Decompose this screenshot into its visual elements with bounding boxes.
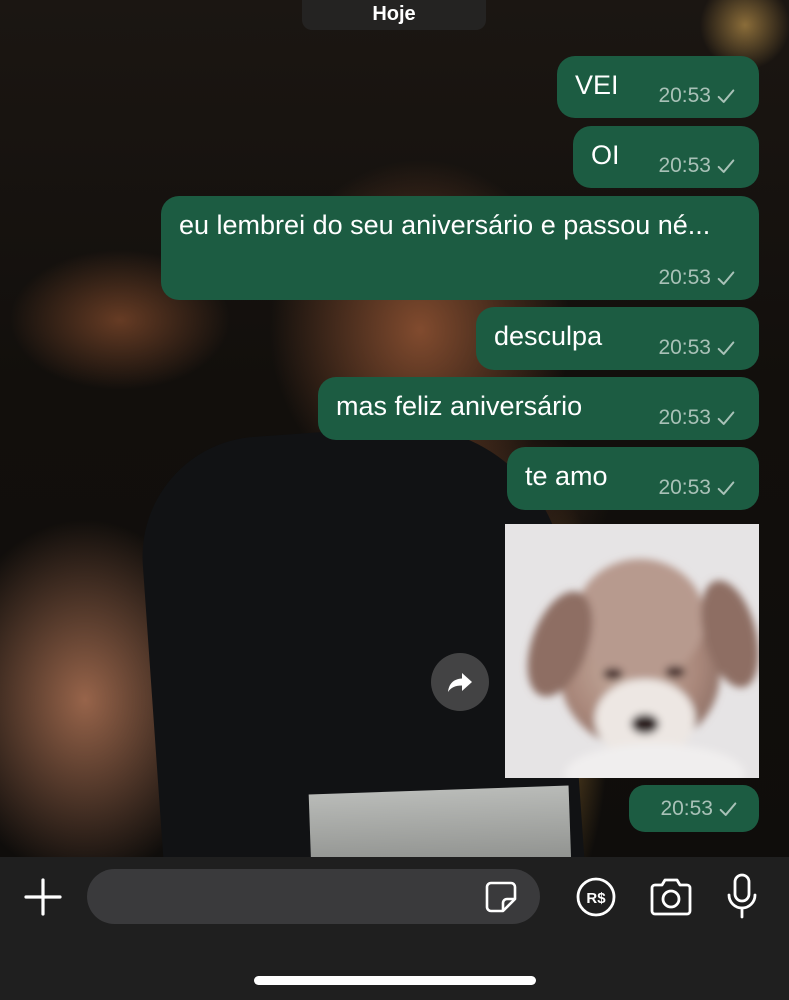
single-check-icon [717, 341, 735, 355]
sticker-icon[interactable] [484, 880, 518, 914]
message-meta: 20:53 [660, 797, 739, 821]
message-text: VEI [575, 70, 619, 100]
message-bubble[interactable]: desculpa 20:53 [476, 307, 759, 370]
single-check-icon [717, 411, 735, 425]
pix-real-icon[interactable]: R$ [575, 876, 617, 918]
single-check-icon [719, 802, 737, 816]
message-time: 20:53 [658, 154, 711, 177]
message-time: 20:53 [658, 266, 711, 289]
message-text: desculpa [494, 321, 603, 351]
message-text: te amo [525, 461, 608, 491]
wallpaper-paper [308, 785, 572, 857]
message-bubble[interactable]: mas feliz aniversário 20:53 [318, 377, 759, 440]
single-check-icon [717, 271, 735, 285]
message-meta: 20:53 [658, 266, 737, 290]
message-bubble[interactable]: OI 20:53 [573, 126, 759, 188]
message-time: 20:53 [658, 476, 711, 499]
message-meta: 20:53 [658, 336, 737, 360]
svg-text:R$: R$ [586, 890, 606, 907]
message-text: OI [591, 140, 620, 170]
message-meta: 20:53 [658, 476, 737, 500]
single-check-icon [717, 481, 735, 495]
date-separator: Hoje [302, 0, 486, 30]
plus-icon[interactable] [22, 876, 64, 918]
message-bubble[interactable]: eu lembrei do seu aniversário e passou n… [161, 196, 759, 300]
single-check-icon [717, 159, 735, 173]
sticker-time-bubble: 20:53 [629, 785, 759, 832]
message-bubble[interactable]: te amo 20:53 [507, 447, 759, 510]
camera-icon[interactable] [648, 877, 694, 917]
home-indicator[interactable] [254, 976, 536, 985]
forward-button[interactable] [431, 653, 489, 711]
message-time: 20:53 [658, 336, 711, 359]
message-text: eu lembrei do seu aniversário e passou n… [179, 210, 711, 240]
message-meta: 20:53 [658, 154, 737, 178]
message-meta: 20:53 [658, 406, 737, 430]
message-meta: 20:53 [658, 84, 737, 108]
message-text: mas feliz aniversário [336, 391, 583, 421]
sticker-message[interactable] [505, 524, 759, 778]
single-check-icon [717, 89, 735, 103]
puppy-sticker-image [505, 524, 759, 778]
message-input[interactable] [87, 869, 540, 924]
message-bubble[interactable]: VEI 20:53 [557, 56, 759, 118]
forward-arrow-icon [448, 673, 472, 692]
message-time: 20:53 [658, 84, 711, 107]
message-time: 20:53 [660, 797, 713, 820]
message-time: 20:53 [658, 406, 711, 429]
microphone-icon[interactable] [726, 873, 758, 919]
